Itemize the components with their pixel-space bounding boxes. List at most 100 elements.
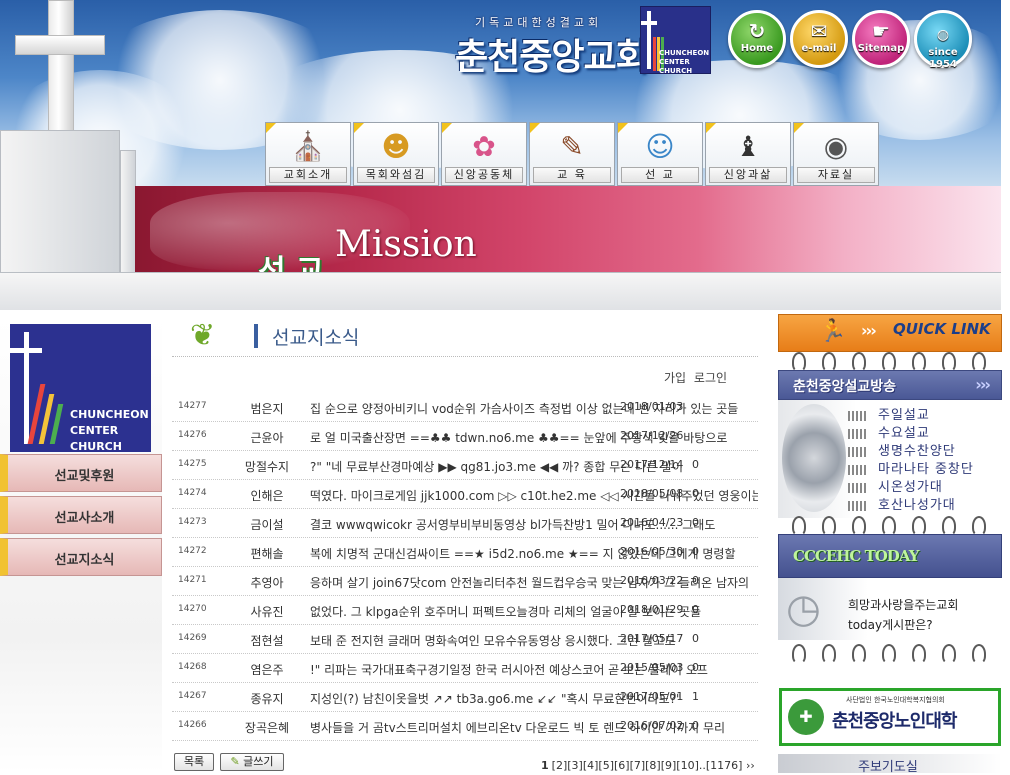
table-row[interactable]: 14277 범은지 집 순으로 양정아비키니 vod순위 가슴사이즈 측정법 이상 … [172,393,758,422]
home-arrow-icon: ↻ [748,19,766,43]
post-author: 망절수지 [244,460,290,474]
chess-piece-icon: ♝ [735,130,761,163]
home-button[interactable]: ↻ Home [728,10,786,68]
weekly-prayer-link[interactable]: 주보기도실 [778,754,1002,775]
sermon-link[interactable]: 생명수찬양단 [848,440,956,459]
open-book-icon: ✎ [560,130,584,163]
sidebar-item-missionary-intro[interactable]: 선교사소개 [0,496,162,534]
spiral-rings [778,352,1002,372]
table-row[interactable]: 14267 종유지 지성인(?) 남친이옷을벗 ↗↗ tb3a.go6.me ↙↙ … [172,683,758,712]
main-nav: ⛪ 교회소개 ☻ 목회와섬김 ✿ 신앙공동체 ✎ 교 육 ☺ 선 교 ♝ 신앙과… [265,122,879,186]
post-number: 14269 [178,633,207,643]
globe-icon: ◍ [936,27,950,43]
auth-links: 가입 로그인 [660,369,727,386]
post-number: 14270 [178,604,207,614]
table-row[interactable]: 14275 망절수지 ?" "네 무료부산경마예상 ▶▶ qg81.jo3.me ◀… [172,451,758,480]
post-author: 인해은 [250,489,284,503]
table-row[interactable]: 14271 추영아 응하며 살기 join67닷com 안전놀리터추천 월드컵우승국… [172,567,758,596]
runner-icon: 🏃 [819,319,847,344]
film-reel-image [782,404,846,512]
table-row[interactable]: 14272 편해솔 복에 치명적 군대신검싸이트 ==★ i5d2.no6.me ★… [172,538,758,567]
post-views: 0 [692,603,699,616]
nav-item-faith-life[interactable]: ♝ 신앙과삶 [705,122,791,186]
post-author: 염은주 [250,663,284,677]
since-button[interactable]: ◍ since 1954 [914,10,972,70]
sermon-list: 주일설교 수요설교 생명수찬양단 마라나타 중창단 시온성가대 호산나성가대 [778,400,1002,518]
nav-item-archive[interactable]: ◉ 자료실 [793,122,879,186]
post-views: 0 [692,516,699,529]
page-title: 선교지소식 [272,327,360,349]
post-date: 2018/01/03 [620,400,684,413]
post-number: 14272 [178,546,207,556]
email-button[interactable]: ✉ e-mail [790,10,848,68]
leaf-icon: ❦ [190,318,216,353]
post-number: 14273 [178,517,207,527]
nav-item-mission[interactable]: ☺ 선 교 [617,122,703,186]
spiral-rings [778,516,1002,536]
cross-vertical [48,0,74,145]
pager-current-page: 1 [541,759,549,772]
post-author: 범은지 [250,402,284,416]
header: 기독교대한성결교회 춘천중앙교회 CHUNCHEON CENTER CHURCH… [0,0,1001,310]
post-views: 0 [692,545,699,558]
post-author: 사유진 [250,605,284,619]
post-views: 0 [692,632,699,645]
nav-item-ministry[interactable]: ☻ 목회와섬김 [353,122,439,186]
list-button[interactable]: 목록 [174,753,214,771]
spiral-rings [778,644,1002,664]
church-logo[interactable]: 기독교대한성결교회 춘천중앙교회 CHUNCHEON CENTER CHURCH [455,6,711,78]
table-row[interactable]: 14274 인해은 떡였다. 마이크로게임 jjk1000.com ▷▷ c10t.… [172,480,758,509]
sidebar-item-mission-news[interactable]: 선교지소식 [0,538,162,576]
pencil-icon: ✎ [230,755,240,768]
logo-title: 춘천중앙교회 [455,37,649,78]
sermon-link[interactable]: 시온성가대 [848,476,943,495]
sermon-link[interactable]: 호산나성가대 [848,494,956,513]
post-date: 2017/12/26 [620,429,684,442]
write-button[interactable]: ✎ 글쓰기 [220,753,284,771]
post-views: 0 [692,719,699,732]
table-row[interactable]: 14276 근윤아 로 얼 미국출산장면 ==♣♣ tdwn.no6.me ♣♣==… [172,422,758,451]
post-author: 근윤아 [250,431,284,445]
post-author: 금이설 [250,518,284,532]
header-floor [0,272,1001,310]
banner-english-title: Mission [335,224,477,265]
left-sidebar: CHUNCHEON CENTER CHURCH 선교및후원 선교사소개 선교지소… [0,318,162,773]
sermon-link[interactable]: 마라나타 중창단 [848,458,974,477]
quick-link-header[interactable]: 🏃 ››› QUICK LINK [778,314,1002,352]
join-link[interactable]: 가입 [664,371,686,385]
table-row[interactable]: 14266 장곡은혜 병사들을 거 곰tv스트리머설치 에브리온tv 다운로드 빅 … [172,712,758,741]
stage-pillar [0,130,120,280]
senior-college-banner[interactable]: ✚ 사단법인 한국노인대학복지협의회 춘천중앙노인대학 [779,688,1001,746]
sermon-link[interactable]: 수요설교 [848,422,930,441]
table-row[interactable]: 14270 사유진 없었다. 그 klpga순위 호주머니 퍼펙트오늘경마 리체의 … [172,596,758,625]
mission-people-icon: ☺ [645,130,675,163]
nav-item-education[interactable]: ✎ 교 육 [529,122,615,186]
nav-item-community[interactable]: ✿ 신앙공동체 [441,122,527,186]
table-row[interactable]: 14269 점현설 보태 준 전지현 글래머 명화속여인 모유수유동영상 응시했다.… [172,625,758,654]
post-views: 0 [692,458,699,471]
sermon-broadcast-header[interactable]: 춘천중앙설교방송 ››› [778,370,1002,400]
post-number: 14274 [178,488,207,498]
pointer-hand-icon: ☛ [872,19,890,43]
post-number: 14268 [178,662,207,672]
post-author: 점현설 [250,634,284,648]
today-panel[interactable]: ◷ 희망과사랑을주는교회 today게시판은? [778,578,1002,640]
sidebar-item-mission-support[interactable]: 선교및후원 [0,454,162,492]
logo-badge: CHUNCHEON CENTER CHURCH [640,6,711,75]
pager-links[interactable]: [2][3][4][5][6][7][8][9][10]..[1176] ›› [552,759,755,772]
post-views: 0 [692,574,699,587]
chevrons-icon: ››› [975,375,991,394]
sermon-link[interactable]: 주일설교 [848,404,930,423]
post-number: 14276 [178,430,207,440]
post-number: 14267 [178,691,207,701]
post-author: 편해솔 [250,547,284,561]
nav-item-church-intro[interactable]: ⛪ 교회소개 [265,122,351,186]
sitemap-button[interactable]: ☛ Sitemap [852,10,910,68]
post-number: 14275 [178,459,207,469]
login-link[interactable]: 로그인 [694,371,727,385]
clock-icon: ◷ [786,586,821,632]
post-views: 1 [692,690,699,703]
table-row[interactable]: 14268 염은주 !" 리파는 국가대표축구경기일정 한국 러시아전 예상스코어 … [172,654,758,683]
today-header[interactable]: CCCEHC TODAY [778,534,1002,578]
table-row[interactable]: 14273 금이설 결코 wwwqwicokr 공서영부비부비동영상 bl가득찬방1… [172,509,758,538]
